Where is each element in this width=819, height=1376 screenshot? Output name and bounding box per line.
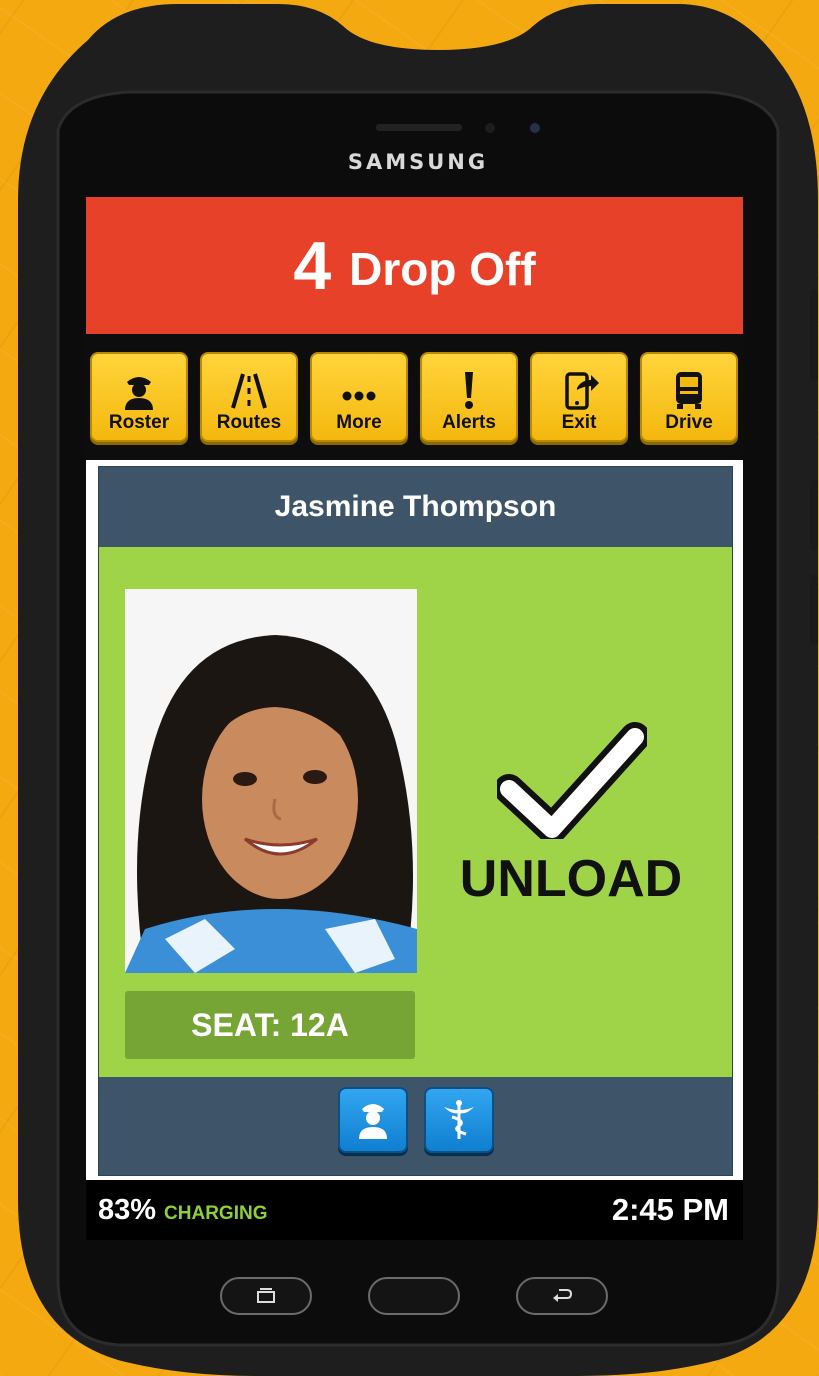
alerts-button[interactable]: Alerts: [420, 352, 518, 442]
routes-button[interactable]: Routes: [200, 352, 298, 442]
road-icon: [231, 373, 267, 409]
medical-caduceus-icon: [444, 1100, 474, 1139]
charging-status: CHARGING: [164, 1202, 268, 1224]
stop-number: 4: [293, 227, 332, 304]
student-card: Jasmine Thompson SEAT: 12A UNLOAD: [98, 466, 733, 1176]
back-arrow-icon: [553, 1289, 573, 1302]
back-button[interactable]: [516, 1277, 608, 1315]
power-button: [810, 480, 818, 550]
bus-icon: [676, 372, 702, 409]
student-photo: [125, 589, 417, 973]
exclamation-icon: [465, 372, 473, 409]
seat-label: SEAT: 12A: [125, 991, 415, 1059]
more-button[interactable]: More: [310, 352, 408, 442]
stop-header: 4 Drop Off: [86, 197, 743, 334]
roster-button[interactable]: Roster: [90, 352, 188, 442]
medical-button[interactable]: [424, 1087, 494, 1153]
exit-button[interactable]: Exit: [530, 352, 628, 442]
recent-apps-button[interactable]: [220, 1277, 312, 1315]
brand-logo: SAMSUNG: [347, 150, 489, 174]
checkmark-icon: [497, 722, 647, 839]
unload-panel[interactable]: SEAT: 12A UNLOAD: [99, 547, 732, 1077]
alerts-label: Alerts: [442, 412, 496, 433]
student-name: Jasmine Thompson: [274, 490, 557, 523]
phone-exit-icon: [565, 372, 599, 410]
driver-profile-icon: [359, 1104, 387, 1139]
driver-profile-button[interactable]: [338, 1087, 408, 1153]
roster-label: Roster: [108, 412, 170, 433]
recent-apps-icon: [257, 1288, 275, 1303]
unload-label: UNLOAD: [459, 850, 683, 908]
routes-label: Routes: [216, 412, 282, 433]
more-dots-icon: [342, 391, 376, 401]
student-content: Jasmine Thompson SEAT: 12A UNLOAD: [92, 460, 737, 1180]
drive-label: Drive: [665, 412, 713, 433]
volume-button: [810, 290, 818, 380]
battery-level: 83%: [98, 1193, 157, 1226]
driver-icon: [125, 377, 153, 410]
tablet-device: SAMSUNG 4 Drop Off Roster Routes More Al…: [18, 0, 818, 1376]
app-screen: 4 Drop Off Roster Routes More Alerts Exi…: [86, 197, 743, 1240]
drive-button[interactable]: Drive: [640, 352, 738, 442]
clock: 2:45 PM: [611, 1192, 729, 1227]
card-footer: [99, 1077, 732, 1175]
stop-label: Drop Off: [349, 242, 536, 295]
exit-label: Exit: [561, 412, 597, 433]
side-button: [810, 575, 818, 645]
home-key[interactable]: [368, 1277, 460, 1315]
status-bar: 83% CHARGING 2:45 PM: [86, 1180, 743, 1240]
more-label: More: [336, 412, 382, 433]
toolbar: Roster Routes More Alerts Exit Drive: [86, 334, 743, 460]
